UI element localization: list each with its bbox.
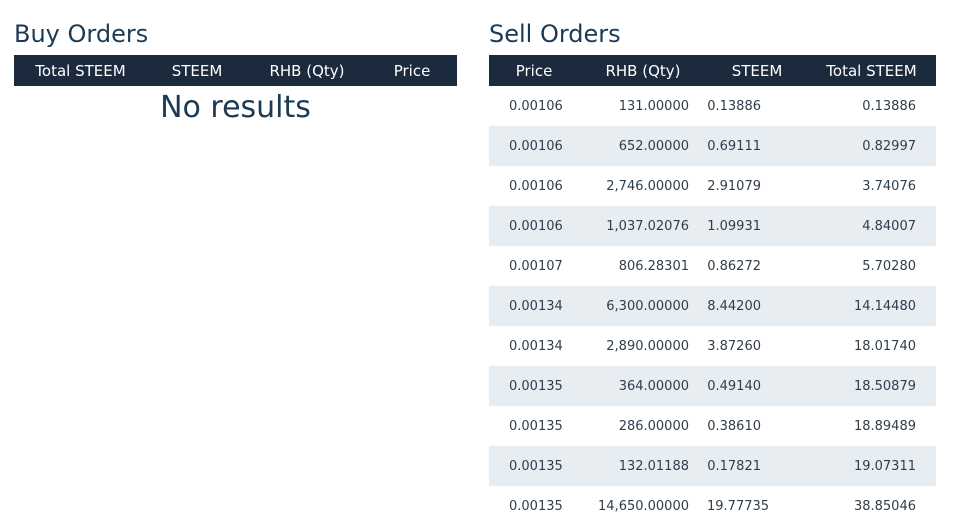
sell-order-steem: 19.77735 <box>707 498 770 514</box>
sell-order-rhb-qty: 652.00000 <box>618 138 689 154</box>
sell-order-steem: 8.44200 <box>707 298 761 314</box>
sell-order-steem: 0.17821 <box>707 458 761 474</box>
sell-order-total-steem: 18.01740 <box>853 338 916 354</box>
sell-order-total-steem: 14.14480 <box>853 298 916 314</box>
sell-order-rhb-qty: 2,746.00000 <box>606 178 689 194</box>
sell-order-total-steem: 38.85046 <box>853 498 916 514</box>
sell-order-price: 0.00106 <box>509 138 563 154</box>
sell-order-steem: 0.69111 <box>707 138 761 154</box>
sell-order-rhb-qty: 6,300.00000 <box>606 298 689 314</box>
sell-order-row[interactable]: 0.00135 286.00000 0.38610 18.89489 <box>489 406 936 446</box>
sell-col-total-steem[interactable]: Total STEEM <box>807 55 936 86</box>
sell-order-rhb-qty: 2,890.00000 <box>606 338 689 354</box>
sell-order-price: 0.00135 <box>509 378 563 394</box>
sell-order-total-steem: 3.74076 <box>862 178 916 194</box>
sell-order-price: 0.00106 <box>509 98 563 114</box>
sell-order-price: 0.00134 <box>509 338 563 354</box>
sell-order-total-steem: 5.70280 <box>862 258 916 274</box>
buy-col-steem[interactable]: STEEM <box>147 55 247 86</box>
sell-order-rhb-qty: 286.00000 <box>618 418 689 434</box>
sell-order-total-steem: 0.13886 <box>862 98 916 114</box>
sell-order-row[interactable]: 0.00135 132.01188 0.17821 19.07311 <box>489 446 936 486</box>
sell-order-price: 0.00135 <box>509 418 563 434</box>
buy-orders-title: Buy Orders <box>14 20 149 48</box>
sell-orders-body: 0.00106 131.00000 0.13886 0.13886 0.00106 652… <box>489 86 936 526</box>
sell-col-rhb-qty[interactable]: RHB (Qty) <box>579 55 707 86</box>
sell-order-row[interactable]: 0.00134 2,890.00000 3.87260 18.01740 <box>489 326 936 366</box>
buy-orders-header-row: Total STEEM STEEM RHB (Qty) Price <box>14 55 457 86</box>
sell-order-steem: 0.38610 <box>707 418 761 434</box>
sell-order-rhb-qty: 132.01188 <box>618 458 689 474</box>
buy-col-total-steem[interactable]: Total STEEM <box>14 55 147 86</box>
sell-col-price[interactable]: Price <box>489 55 579 86</box>
sell-order-row[interactable]: 0.00106 131.00000 0.13886 0.13886 <box>489 86 936 126</box>
buy-col-price[interactable]: Price <box>367 55 457 86</box>
sell-orders-table: Price RHB (Qty) STEEM Total STEEM 0.0010… <box>489 55 936 526</box>
sell-order-price: 0.00106 <box>509 178 563 194</box>
sell-order-steem: 2.91079 <box>707 178 761 194</box>
sell-order-rhb-qty: 806.28301 <box>618 258 689 274</box>
no-results-message: No results <box>160 90 311 125</box>
sell-order-row[interactable]: 0.00135 14,650.00000 19.77735 38.85046 <box>489 486 936 526</box>
sell-orders-header-row: Price RHB (Qty) STEEM Total STEEM <box>489 55 936 86</box>
sell-order-total-steem: 18.89489 <box>853 418 916 434</box>
sell-order-row[interactable]: 0.00134 6,300.00000 8.44200 14.14480 <box>489 286 936 326</box>
sell-order-steem: 1.09931 <box>707 218 761 234</box>
sell-order-price: 0.00106 <box>509 218 563 234</box>
buy-orders-table: Total STEEM STEEM RHB (Qty) Price <box>14 55 457 86</box>
sell-order-price: 0.00135 <box>509 458 563 474</box>
sell-order-rhb-qty: 14,650.00000 <box>598 498 689 514</box>
sell-order-row[interactable]: 0.00106 2,746.00000 2.91079 3.74076 <box>489 166 936 206</box>
sell-order-steem: 0.86272 <box>707 258 761 274</box>
sell-order-row[interactable]: 0.00106 652.00000 0.69111 0.82997 <box>489 126 936 166</box>
sell-order-price: 0.00134 <box>509 298 563 314</box>
sell-order-price: 0.00135 <box>509 498 563 514</box>
sell-order-rhb-qty: 1,037.02076 <box>606 218 689 234</box>
buy-col-rhb-qty[interactable]: RHB (Qty) <box>247 55 367 86</box>
sell-order-steem: 3.87260 <box>707 338 761 354</box>
sell-order-total-steem: 4.84007 <box>862 218 916 234</box>
sell-orders-title: Sell Orders <box>489 20 621 48</box>
sell-order-steem: 0.13886 <box>707 98 761 114</box>
sell-order-rhb-qty: 131.00000 <box>618 98 689 114</box>
sell-col-steem[interactable]: STEEM <box>707 55 807 86</box>
sell-order-total-steem: 0.82997 <box>862 138 916 154</box>
sell-order-price: 0.00107 <box>509 258 563 274</box>
sell-order-rhb-qty: 364.00000 <box>618 378 689 394</box>
sell-order-row[interactable]: 0.00135 364.00000 0.49140 18.50879 <box>489 366 936 406</box>
sell-order-row[interactable]: 0.00107 806.28301 0.86272 5.70280 <box>489 246 936 286</box>
sell-order-total-steem: 18.50879 <box>853 378 916 394</box>
sell-order-steem: 0.49140 <box>707 378 761 394</box>
sell-order-row[interactable]: 0.00106 1,037.02076 1.09931 4.84007 <box>489 206 936 246</box>
sell-order-total-steem: 19.07311 <box>853 458 916 474</box>
